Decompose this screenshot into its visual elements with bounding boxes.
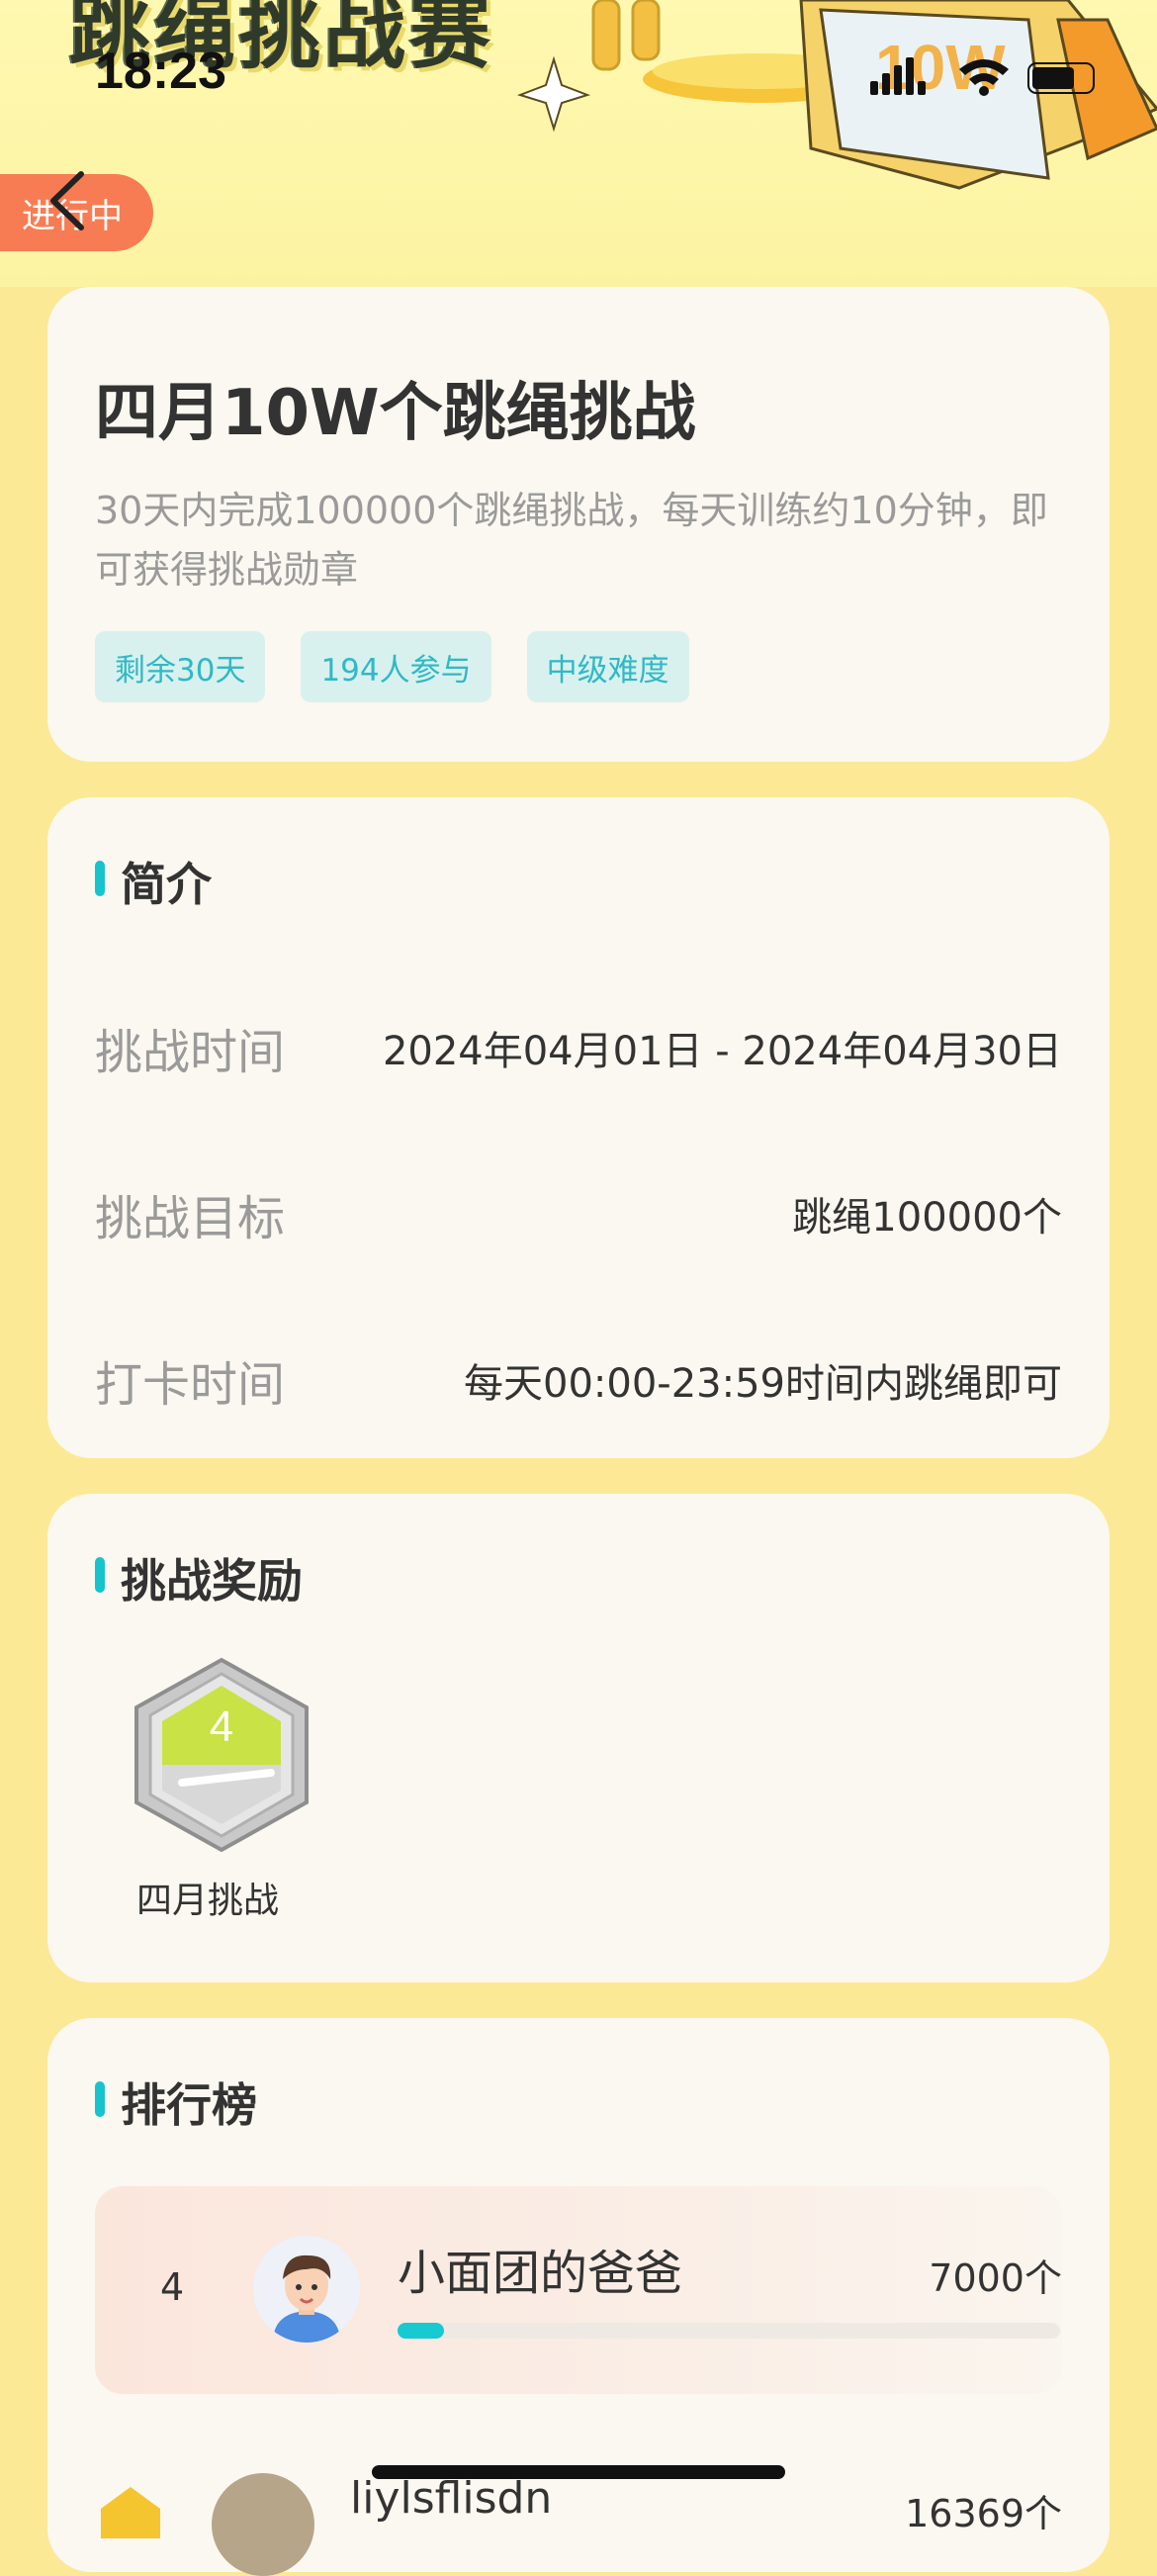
info-row-goal: 挑战目标 跳绳100000个 xyxy=(95,1179,1062,1246)
avatar xyxy=(212,2473,314,2576)
signal-icon xyxy=(870,57,926,95)
crown-icon xyxy=(101,2487,160,2538)
medal-number: 4 xyxy=(210,1702,233,1751)
info-row-time: 挑战时间 2024年04月01日 - 2024年04月30日 xyxy=(95,1013,1062,1080)
home-indicator xyxy=(372,2465,785,2479)
info-row-checkin: 打卡时间 每天00:00-23:59时间内跳绳即可 xyxy=(95,1345,1062,1413)
progress-fill xyxy=(398,2323,444,2339)
progress-bar xyxy=(398,2323,1060,2339)
rank-count: 16369个 xyxy=(905,2492,1062,2535)
tag-participants: 194人参与 xyxy=(301,631,491,702)
intro-title: 简介 xyxy=(95,849,212,914)
tag-difficulty: 中级难度 xyxy=(526,631,689,702)
info-value: 跳绳100000个 xyxy=(792,1195,1062,1241)
rank-user-name: liylsflisdn xyxy=(350,2473,553,2524)
challenge-title: 四月10W个跳绳挑战 xyxy=(95,377,696,450)
user-avatar-icon xyxy=(253,2236,360,2343)
intro-card: 简介 挑战时间 2024年04月01日 - 2024年04月30日 挑战目标 跳… xyxy=(47,797,1110,1458)
status-time: 18:23 xyxy=(95,43,226,100)
ranking-card: 排行榜 4 小面团的爸爸 7000个 liylsflisdn 16369个 xyxy=(47,2018,1110,2576)
info-label: 挑战时间 xyxy=(95,1025,286,1080)
wifi-icon xyxy=(959,59,1009,96)
tag-remaining-days: 剩余30天 xyxy=(95,631,266,702)
chevron-left-icon xyxy=(50,171,84,230)
ranking-title: 排行榜 xyxy=(95,2070,257,2135)
info-value: 每天00:00-23:59时间内跳绳即可 xyxy=(464,1361,1062,1407)
ranking-row-self[interactable]: 4 小面团的爸爸 7000个 xyxy=(95,2186,1062,2394)
info-label: 挑战目标 xyxy=(95,1191,286,1246)
challenge-summary-card: 四月10W个跳绳挑战 30天内完成100000个跳绳挑战，每天训练约10分钟，即… xyxy=(47,287,1110,762)
battery-icon xyxy=(1027,62,1095,94)
avatar xyxy=(253,2236,360,2343)
status-icons xyxy=(870,57,1095,96)
medal-name: 四月挑战 xyxy=(136,1881,280,1921)
back-button[interactable] xyxy=(42,166,101,235)
rank-user-name: 小面团的爸爸 xyxy=(398,2246,683,2301)
info-value: 2024年04月01日 - 2024年04月30日 xyxy=(382,1029,1062,1074)
header-banner: 跳绳挑战赛 10W 18:23 进行中 xyxy=(0,0,1157,287)
info-label: 打卡时间 xyxy=(95,1357,286,1413)
medal-badge-icon[interactable]: 4 xyxy=(123,1656,320,1854)
challenge-description: 30天内完成100000个跳绳挑战，每天训练约10分钟，即可获得挑战勋章 xyxy=(95,489,1048,592)
challenge-tags: 剩余30天 194人参与 中级难度 xyxy=(95,631,689,702)
rank-count: 7000个 xyxy=(929,2256,1062,2300)
reward-card: 挑战奖励 4 四月挑战 xyxy=(47,1494,1110,1982)
hero-illustration: 10W xyxy=(516,0,1157,190)
rank-number: 4 xyxy=(160,2265,185,2309)
reward-title: 挑战奖励 xyxy=(95,1545,303,1610)
